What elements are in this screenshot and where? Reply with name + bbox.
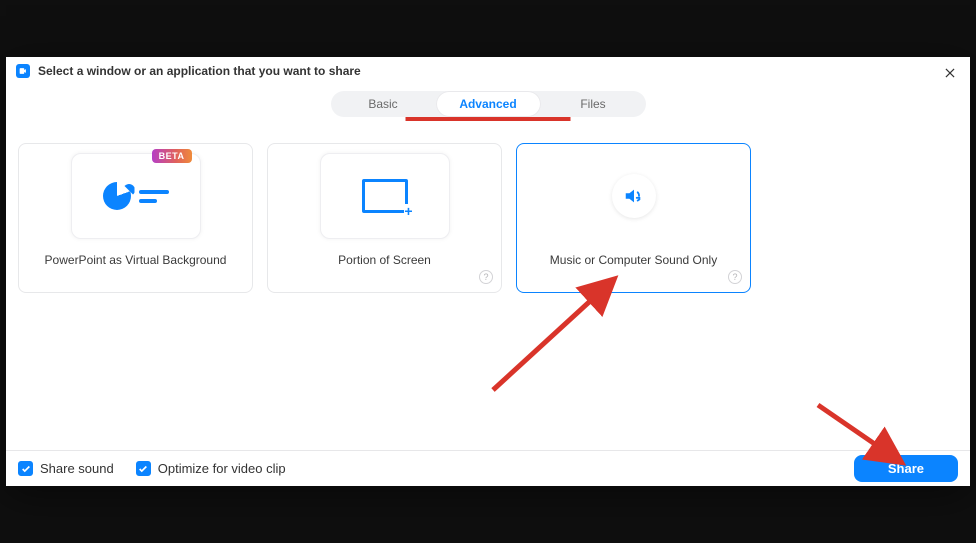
ppt-chart-icon bbox=[103, 182, 169, 210]
share-sound-label: Share sound bbox=[40, 461, 114, 476]
help-icon[interactable]: ? bbox=[728, 270, 742, 284]
portion-rect-icon bbox=[362, 179, 408, 213]
tab-basic[interactable]: Basic bbox=[331, 91, 436, 117]
dialog-title: Select a window or an application that y… bbox=[38, 64, 361, 78]
beta-badge: BETA bbox=[152, 149, 192, 163]
tab-files[interactable]: Files bbox=[541, 91, 646, 117]
tab-segment: Basic Advanced Files bbox=[331, 91, 646, 117]
ppt-preview: BETA bbox=[71, 153, 201, 239]
share-screen-dialog: Select a window or an application that y… bbox=[6, 57, 970, 486]
sound-preview bbox=[569, 153, 699, 239]
checkbox-icon bbox=[18, 461, 33, 476]
optimize-video-checkbox[interactable]: Optimize for video clip bbox=[136, 461, 286, 476]
close-button[interactable] bbox=[940, 63, 960, 83]
options-grid: BETA PowerPoint as Virtual Background Po… bbox=[6, 117, 970, 293]
share-button[interactable]: Share bbox=[854, 455, 958, 482]
tab-bar: Basic Advanced Files bbox=[6, 91, 970, 117]
option-label: PowerPoint as Virtual Background bbox=[45, 253, 227, 267]
zoom-icon bbox=[16, 64, 30, 78]
checkbox-icon bbox=[136, 461, 151, 476]
tab-advanced[interactable]: Advanced bbox=[436, 91, 541, 117]
portion-preview bbox=[320, 153, 450, 239]
option-label: Portion of Screen bbox=[338, 253, 431, 267]
annotation-underline bbox=[406, 117, 571, 121]
option-label: Music or Computer Sound Only bbox=[550, 253, 717, 267]
sound-icon bbox=[612, 174, 656, 218]
option-ppt-virtual-background[interactable]: BETA PowerPoint as Virtual Background bbox=[18, 143, 253, 293]
help-icon[interactable]: ? bbox=[479, 270, 493, 284]
share-sound-checkbox[interactable]: Share sound bbox=[18, 461, 114, 476]
dialog-footer: Share sound Optimize for video clip Shar… bbox=[6, 450, 970, 486]
option-music-computer-sound[interactable]: Music or Computer Sound Only ? bbox=[516, 143, 751, 293]
title-bar: Select a window or an application that y… bbox=[6, 57, 970, 85]
optimize-video-label: Optimize for video clip bbox=[158, 461, 286, 476]
option-portion-of-screen[interactable]: Portion of Screen ? bbox=[267, 143, 502, 293]
